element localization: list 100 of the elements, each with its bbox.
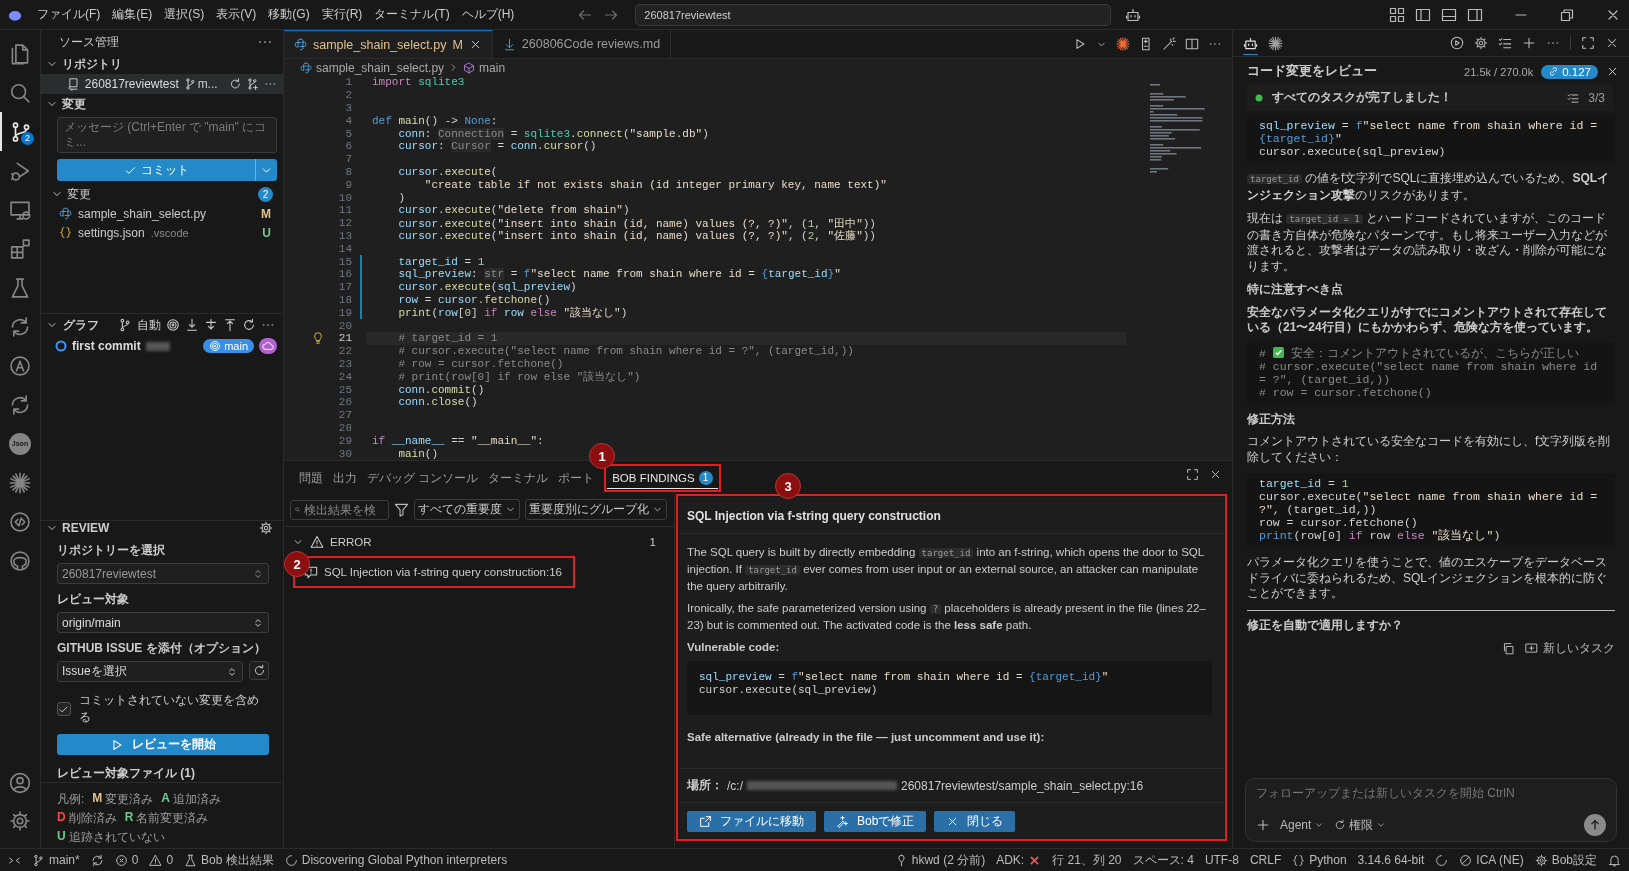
maximize-icon[interactable]	[1186, 468, 1199, 481]
fix-button[interactable]: Bobで修正	[824, 811, 927, 832]
commit-row[interactable]: first commit main	[41, 336, 283, 356]
fetch-icon[interactable]	[185, 318, 199, 332]
branch-icon[interactable]	[118, 318, 132, 332]
push-icon[interactable]	[223, 318, 237, 332]
panel-tab[interactable]: BOB FINDINGS 1	[607, 467, 718, 489]
status-item[interactable]: スペース: 4	[1132, 851, 1194, 869]
sparkle-icon[interactable]	[1116, 37, 1130, 51]
layout-icon[interactable]	[1389, 6, 1405, 23]
account-icon[interactable]	[9, 772, 31, 794]
wand-icon[interactable]	[1162, 37, 1176, 51]
run-icon[interactable]	[1073, 37, 1087, 51]
search-input[interactable]: 検出結果を検	[304, 503, 384, 516]
settings-icon[interactable]	[1474, 36, 1488, 50]
changed-file[interactable]: settings.json .vscode U	[41, 223, 283, 242]
menu-item[interactable]: ヘルプ(H)	[456, 6, 520, 23]
status-item[interactable]: Discovering Global Python interpreters	[284, 853, 508, 867]
search-field[interactable]: 検出結果を検	[290, 499, 389, 520]
close-button[interactable]: 閉じる	[934, 811, 1016, 832]
status-item[interactable]: Bob設定	[1534, 851, 1597, 869]
breadcrumb-item[interactable]: main	[479, 60, 506, 75]
repository-row[interactable]: 260817reviewtest m...	[41, 74, 283, 94]
select-field[interactable]: Issueを選択	[57, 661, 243, 682]
checklist-icon[interactable]	[1498, 36, 1512, 50]
menu-item[interactable]: 選択(S)	[159, 6, 210, 23]
panel-tab[interactable]: 出力	[328, 466, 362, 490]
menu-item[interactable]: ターミナル(T)	[369, 6, 455, 23]
plus-icon[interactable]	[1256, 818, 1270, 832]
status-item[interactable]: Bob 検出結果	[184, 851, 274, 869]
secondary-sidebar-icon[interactable]	[1467, 6, 1483, 23]
panel-tab[interactable]: ポート	[553, 466, 600, 490]
filter-icon[interactable]	[394, 502, 409, 517]
editor-tab[interactable]: 260806Code reviews.md	[492, 30, 672, 58]
filter-dropdown[interactable]: 重要度別にグループ化	[525, 499, 667, 520]
refresh-icon[interactable]	[242, 318, 256, 332]
composer-card[interactable]: フォローアップまたは新しいタスクを開始 CtrlN Agent 権限	[1245, 778, 1617, 842]
spinner-icon[interactable]	[1435, 853, 1449, 867]
copy-icon[interactable]	[1502, 642, 1515, 655]
settings-icon[interactable]	[259, 521, 273, 535]
status-item[interactable]: ICA (NE)	[1459, 853, 1524, 867]
commit-button[interactable]: コミット	[57, 159, 255, 181]
status-item[interactable]: 0	[149, 853, 174, 867]
editor-tab[interactable]: sample_shain_select.py M	[284, 30, 493, 58]
close-icon[interactable]	[1605, 36, 1619, 50]
branch-icon[interactable]	[183, 77, 197, 91]
branch-name[interactable]: m...	[197, 77, 218, 91]
checkbox[interactable]	[57, 702, 71, 716]
graph-mode[interactable]: 自動	[137, 316, 161, 334]
filter-dropdown[interactable]: すべての重要度	[414, 499, 520, 520]
target-icon[interactable]	[166, 318, 180, 332]
restore-icon[interactable]	[1559, 6, 1575, 23]
go-to-file-button[interactable]: ファイルに移動	[687, 811, 816, 832]
panel-tab[interactable]: ターミナル	[483, 466, 554, 490]
settings-icon[interactable]	[9, 810, 31, 832]
lightbulb-icon[interactable]	[312, 332, 324, 345]
close-icon[interactable]	[1209, 468, 1222, 481]
menu-item[interactable]: 表示(V)	[211, 6, 262, 23]
plus-icon[interactable]	[1522, 36, 1536, 50]
menu-item[interactable]: 実行(R)	[316, 6, 368, 23]
command-center[interactable]: 260817reviewtest	[635, 3, 1112, 26]
robot-icon[interactable]	[1125, 6, 1142, 23]
status-item[interactable]: CRLF	[1249, 853, 1282, 867]
new-task-button[interactable]: 新しいタスク	[1525, 640, 1615, 657]
status-item[interactable]: ADK:	[996, 853, 1042, 867]
close-icon[interactable]	[1606, 65, 1619, 78]
sync-icon[interactable]	[228, 77, 242, 91]
status-item[interactable]: main*	[32, 853, 80, 867]
panel-tab[interactable]: デバッグ コンソール	[362, 466, 484, 490]
sidebar-toggle-icon[interactable]	[1415, 6, 1431, 23]
pull-icon[interactable]	[204, 318, 218, 332]
play-icon[interactable]	[1450, 36, 1464, 50]
breadcrumb-item[interactable]: sample_shain_select.py	[316, 60, 445, 75]
send-button[interactable]	[1584, 814, 1606, 836]
menu-item[interactable]: 編集(E)	[107, 6, 158, 23]
status-item[interactable]: UTF-8	[1204, 853, 1239, 867]
bell-icon[interactable]	[1608, 853, 1621, 867]
panel-toggle-icon[interactable]	[1441, 6, 1457, 23]
menu-item[interactable]: ファイル(F)	[32, 6, 106, 23]
tree-group[interactable]: ERROR 1	[284, 527, 674, 553]
status-item[interactable]: Python	[1292, 853, 1347, 867]
panel-tab[interactable]: 問題	[294, 466, 328, 490]
diff-icon[interactable]	[1139, 37, 1153, 51]
status-item[interactable]: 0	[114, 853, 139, 867]
maximize-icon[interactable]	[1581, 36, 1595, 50]
menu-item[interactable]: 移動(G)	[263, 6, 315, 23]
message-field[interactable]: フォローアップまたは新しいタスクを開始 CtrlN	[1256, 785, 1606, 811]
permissions-dropdown[interactable]: 権限	[1334, 816, 1387, 834]
changed-file[interactable]: sample_shain_select.py M	[41, 204, 283, 223]
refresh-button[interactable]	[249, 661, 269, 680]
status-item[interactable]: 3.14.6 64-bit	[1357, 853, 1425, 867]
split-editor-icon[interactable]	[1185, 37, 1199, 51]
publish-branch-icon[interactable]	[246, 77, 260, 91]
select-field[interactable]: origin/main	[57, 612, 269, 633]
status-item[interactable]: hkwd (2 分前)	[894, 851, 986, 869]
status-item[interactable]: 行 21、列 20	[1052, 851, 1122, 869]
start-review-button[interactable]: レビューを開始	[57, 734, 269, 755]
mode-dropdown[interactable]: Agent	[1280, 818, 1325, 832]
commit-message-field[interactable]: メッセージ (Ctrl+Enter で "main" にコミ...	[57, 117, 277, 153]
sync-icon[interactable]	[90, 853, 104, 867]
